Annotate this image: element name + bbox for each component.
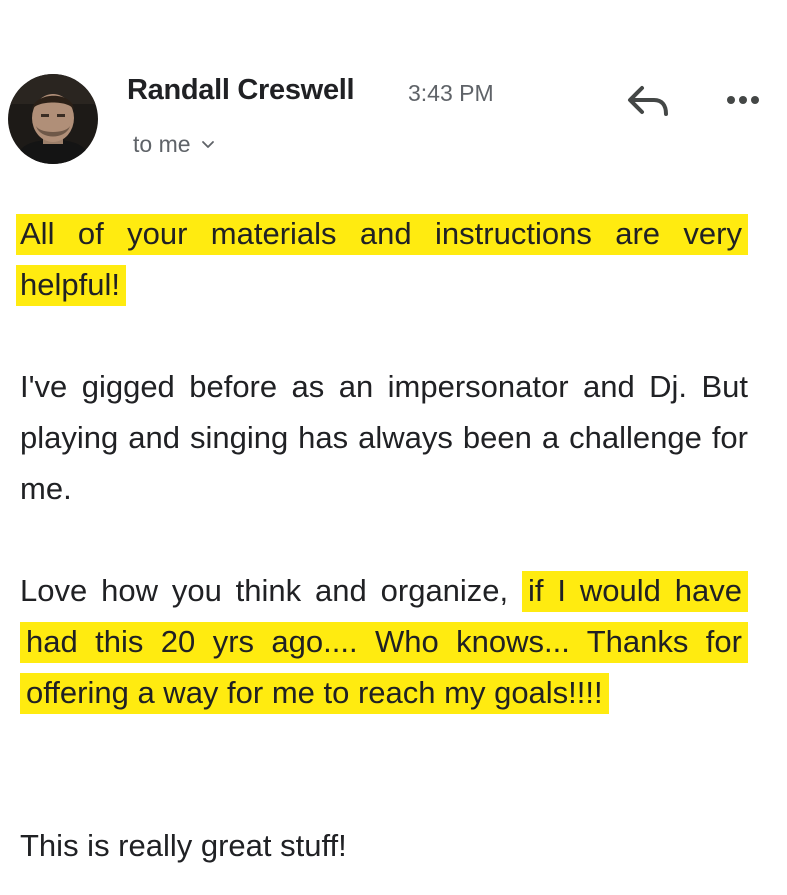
person-avatar-icon — [8, 74, 98, 164]
body-paragraph-4: This is really great stuff! — [20, 828, 347, 863]
recipient-label: to me — [133, 131, 191, 157]
sender-name[interactable]: Randall Creswell — [127, 74, 355, 107]
email-timestamp: 3:43 PM — [408, 80, 494, 106]
reply-button[interactable] — [622, 78, 674, 122]
recipient-details-toggle[interactable]: to me — [133, 131, 215, 158]
body-paragraph-3: Love how you think and organize, if I wo… — [20, 565, 748, 718]
email-header: Randall Creswell 3:43 PM to me — [0, 0, 787, 180]
body-paragraph-1: All of your materials and instructions a… — [16, 208, 748, 310]
reply-icon — [628, 86, 668, 116]
sender-avatar[interactable] — [8, 74, 98, 164]
chevron-down-icon — [201, 140, 214, 148]
more-options-icon — [727, 96, 759, 104]
plain-text: Love how you think and organize, — [20, 573, 509, 608]
highlighted-text: All of your materials and instructions a… — [16, 214, 748, 306]
more-options-button[interactable] — [718, 82, 768, 118]
body-paragraph-2: I've gigged before as an impersonator an… — [20, 369, 748, 506]
